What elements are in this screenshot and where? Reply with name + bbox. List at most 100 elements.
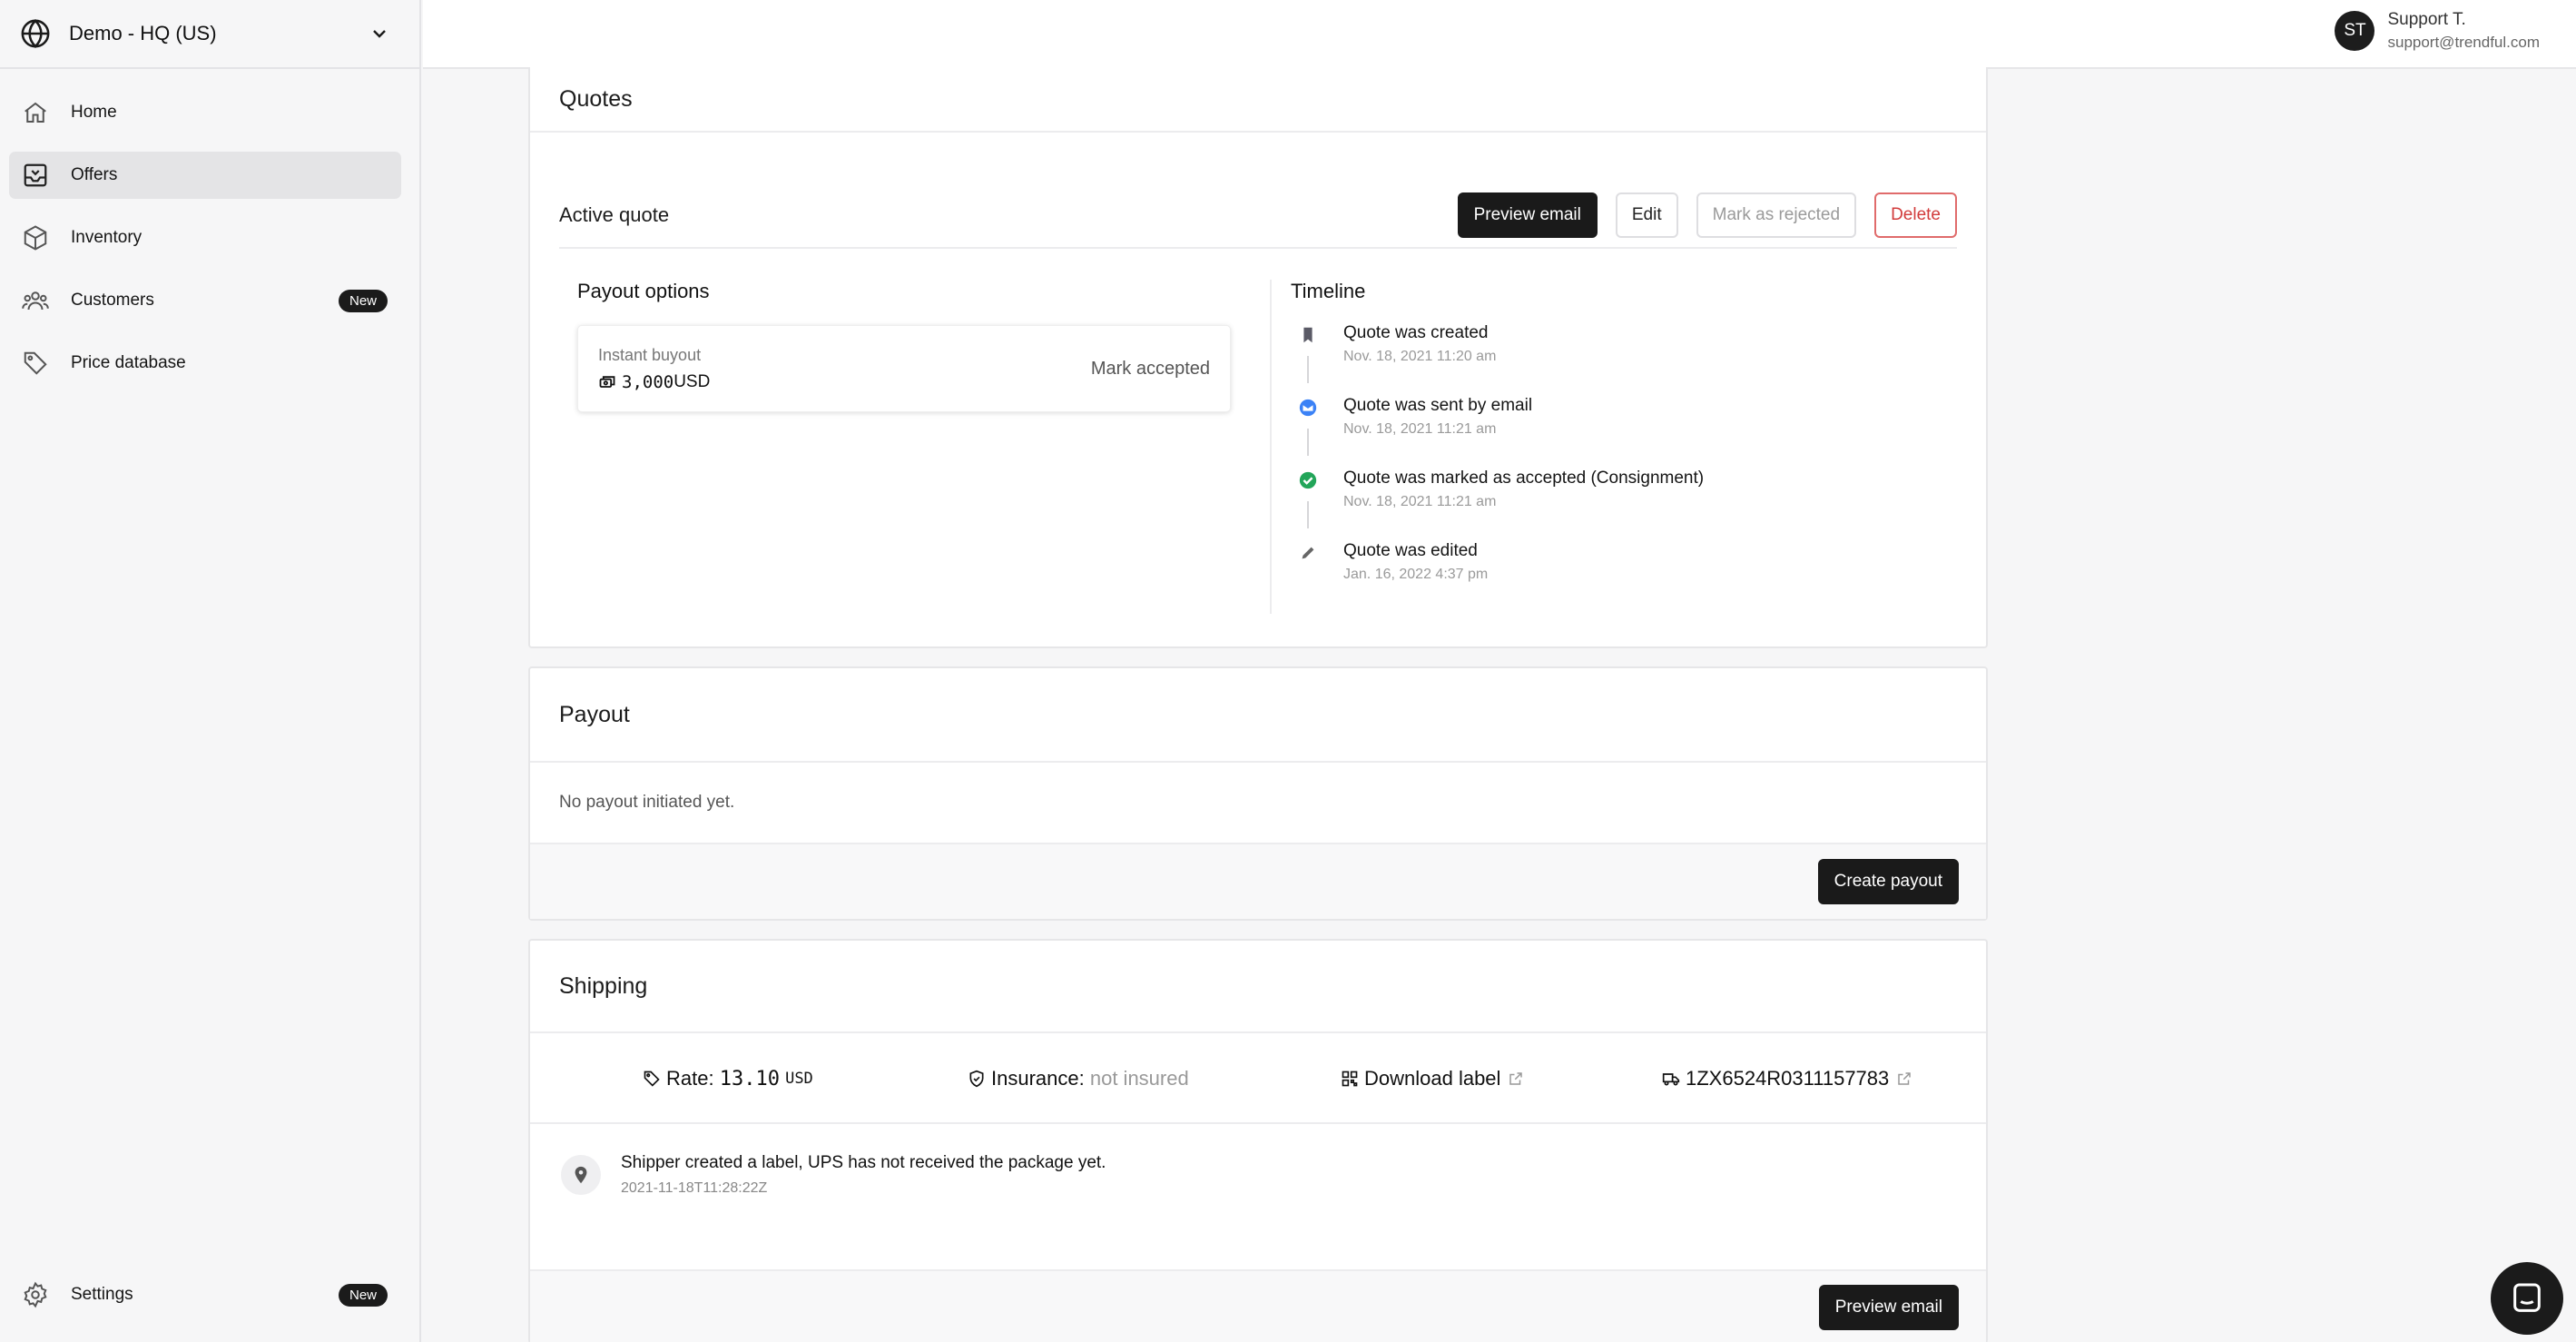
shipping-summary: Rate: 13.10 USD Insurance: not insured D… [530,1033,1986,1124]
rate-label: Rate: [666,1067,714,1090]
nav-item-settings[interactable]: Settings New [9,1271,401,1318]
sidebar-footer: Settings New [0,1271,419,1318]
download-label-text: Download label [1364,1067,1501,1090]
shipping-title: Shipping [559,972,648,999]
tracking-message: Shipper created a label, UPS has not rec… [621,1153,1106,1172]
globe-icon [21,19,50,48]
shipping-footer: Preview email [530,1269,1986,1342]
shipping-card: Shipping Rate: 13.10 USD Insurance: not … [528,939,1988,1342]
active-quote-row: Active quote Preview email Edit Mark as … [559,183,1957,249]
preview-email-button[interactable]: Preview email [1457,192,1598,238]
payout-footer: Create payout [530,844,1986,919]
event-title: Quote was marked as accepted (Consignmen… [1343,469,1705,488]
new-badge: New [338,289,388,312]
nav-item-price-database[interactable]: Price database [9,340,401,387]
nav-item-home[interactable]: Home [9,89,401,136]
check-circle-icon [1299,471,1317,489]
quotes-header: Quotes [530,67,1986,133]
payout-message: No payout initiated yet. [530,763,1986,844]
event-date: Nov. 18, 2021 11:20 am [1343,349,1497,364]
user-menu[interactable]: ST Support T. support@trendful.com [2335,10,2540,52]
new-badge: New [338,1283,388,1307]
event-title: Quote was edited [1343,541,1478,560]
timeline-title: Timeline [1291,280,1366,302]
nav-item-customers[interactable]: Customers New [9,277,401,324]
payout-option-card: Instant buyout 3,000 USD Mark accepted [577,325,1231,412]
payout-options-title: Payout options [577,280,710,302]
chevron-down-icon [373,30,386,38]
payout-card: Payout No payout initiated yet. Create p… [528,666,1988,921]
payout-title: Payout [559,701,630,727]
external-link-icon [1509,1072,1523,1085]
amount-currency: USD [673,371,711,391]
sidebar: Demo - HQ (US) Home Offers Inventory Cus… [0,0,421,1342]
payout-header: Payout [530,668,1986,763]
event-date: Nov. 18, 2021 11:21 am [1343,494,1497,509]
tag-icon [644,1071,660,1087]
delete-button[interactable]: Delete [1874,192,1957,238]
map-pin-icon [575,1166,587,1184]
workspace-name: Demo - HQ (US) [69,22,217,44]
nav-label: Home [71,103,117,122]
tracking-timestamp: 2021-11-18T11:28:22Z [621,1180,768,1196]
chat-launcher-button[interactable] [2491,1262,2563,1335]
quotes-card: Quotes Active quote Preview email Edit M… [528,67,1988,648]
mail-icon [1299,399,1317,417]
mark-accepted-button[interactable]: Mark accepted [1091,359,1210,380]
shield-check-icon [969,1070,984,1088]
shipping-preview-email-button[interactable]: Preview email [1818,1285,1959,1330]
nav-label: Inventory [71,228,143,247]
gear-icon [24,1281,47,1308]
home-icon [25,102,46,123]
tracking-status: Shipper created a label, UPS has not rec… [530,1124,1986,1269]
pencil-icon [1302,547,1314,559]
payout-option-amount: 3,000 USD [598,372,1091,392]
timeline-event: Quote was created Nov. 18, 2021 11:20 am [1291,323,1944,396]
timeline-event: Quote was edited Jan. 16, 2022 4:37 pm [1291,541,1944,614]
timeline-list: Quote was created Nov. 18, 2021 11:20 am… [1291,323,1944,614]
payout-options: Payout options Instant buyout 3,000 USD … [577,280,1231,412]
create-payout-button[interactable]: Create payout [1817,859,1959,904]
user-name: Support T. [2387,10,2466,29]
external-link-icon [1898,1072,1912,1085]
location-pin [561,1155,601,1195]
amount-value: 3,000 [622,371,674,392]
edit-button[interactable]: Edit [1615,192,1678,238]
rate-value: 13.10 [719,1067,780,1090]
timeline: Timeline Quote was created Nov. 18, 2021… [1291,280,1944,614]
timeline-connector [1307,429,1309,456]
quotes-title: Quotes [559,85,633,112]
workspace-switcher[interactable]: Demo - HQ (US) [0,0,419,69]
main-nav: Home Offers Inventory Customers New Pric… [0,69,419,387]
inbox-icon [24,163,47,187]
active-quote-label: Active quote [559,203,670,226]
top-bar: ST Support T. support@trendful.com [423,0,2576,69]
download-label-link[interactable]: Download label [1341,1033,1529,1124]
shipping-insurance: Insurance: not insured [968,1033,1189,1124]
qr-code-icon [1342,1071,1358,1087]
nav-label: Customers [71,291,154,310]
event-title: Quote was sent by email [1343,396,1533,415]
timeline-connector [1307,356,1309,383]
timeline-connector [1307,501,1309,528]
nav-item-offers[interactable]: Offers [9,152,401,199]
event-title: Quote was created [1343,323,1489,342]
insurance-value: not insured [1089,1067,1189,1090]
cash-icon [599,375,615,388]
insurance-label: Insurance: [991,1067,1085,1090]
tag-icon [24,351,47,375]
payout-option-name: Instant buyout [598,345,702,364]
rate-currency: USD [785,1070,813,1088]
nav-item-inventory[interactable]: Inventory [9,214,401,261]
mark-rejected-button[interactable]: Mark as rejected [1696,192,1857,238]
event-date: Jan. 16, 2022 4:37 pm [1343,567,1489,582]
tracking-number: 1ZX6524R0311157783 [1686,1067,1890,1090]
timeline-event: Quote was sent by email Nov. 18, 2021 11… [1291,396,1944,469]
avatar: ST [2335,11,2375,51]
bookmark-icon [1303,327,1313,343]
user-email: support@trendful.com [2387,34,2540,51]
event-date: Nov. 18, 2021 11:21 am [1343,421,1497,437]
box-icon [24,225,47,251]
shipping-header: Shipping [530,941,1986,1033]
tracking-link[interactable]: 1ZX6524R0311157783 [1662,1033,1918,1124]
